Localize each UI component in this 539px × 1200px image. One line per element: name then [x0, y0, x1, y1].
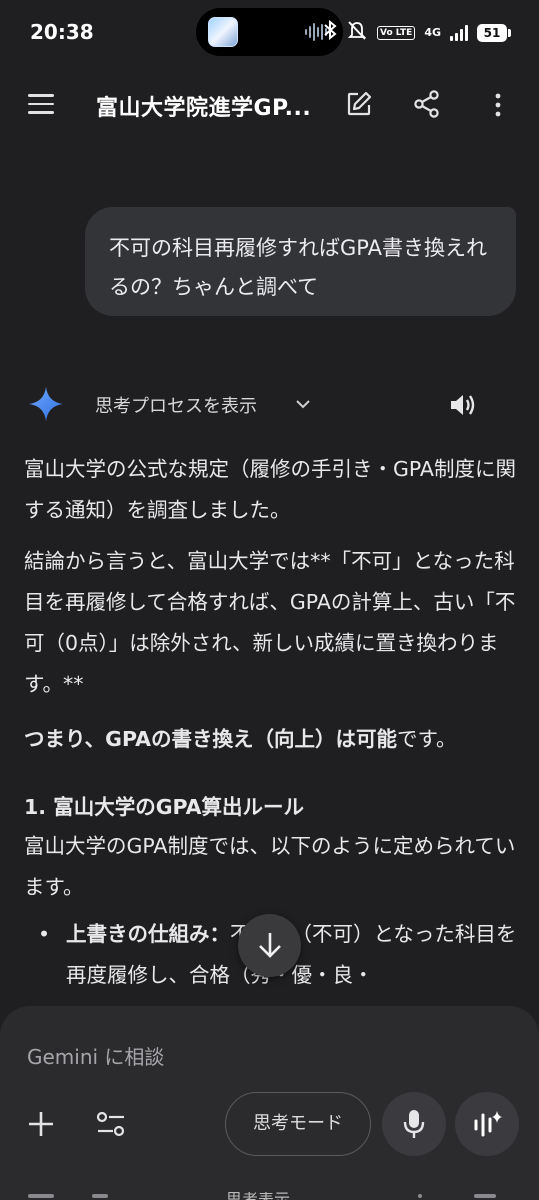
response-bold-text: つまり、GPAの書き換え（向上）は可能: [24, 727, 398, 751]
cutoff-bar: [418, 1194, 422, 1198]
gemini-spark-icon: [28, 386, 64, 422]
cutoff-bar: [92, 1194, 108, 1198]
live-button[interactable]: [455, 1092, 519, 1156]
edit-icon[interactable]: [346, 91, 372, 117]
app-bar: 富山大学院進学GP...: [0, 78, 539, 132]
scroll-to-bottom-button[interactable]: [238, 914, 301, 977]
cutoff-bar: [474, 1194, 496, 1198]
menu-icon[interactable]: [28, 94, 54, 114]
response-text: です。: [397, 727, 457, 751]
think-mode-button[interactable]: 思考モード: [225, 1092, 371, 1156]
network-type: 4G: [424, 25, 441, 39]
response-heading: 1. 富山大学のGPA算出ルール: [24, 795, 305, 819]
signal-icon: [450, 24, 468, 41]
arrow-down-icon: [259, 933, 281, 958]
speaker-icon[interactable]: [448, 391, 478, 419]
response-paragraph: 富山大学のGPA制度では、以下のように定められています。: [24, 834, 516, 899]
user-message-bubble[interactable]: 不可の科目再履修すればGPA書き換えれるの？ちゃんと調べて: [85, 207, 516, 316]
response-paragraph: つまり、GPAの書き換え（向上）は可能です。: [24, 719, 524, 760]
chat-title[interactable]: 富山大学院進学GP...: [96, 90, 311, 122]
volte-badge: Vo LTE: [376, 25, 416, 40]
battery-icon: 51: [477, 23, 511, 42]
live-waveform-icon: [474, 1111, 502, 1137]
more-vert-icon[interactable]: [490, 92, 506, 118]
status-bar: 20:38 Vo LTE 4G 51: [0, 0, 539, 64]
tools-icon[interactable]: [95, 1109, 127, 1139]
mic-icon: [403, 1110, 425, 1138]
list-item-bold: 上書きの仕組み：: [66, 922, 230, 946]
media-thumbnail: [208, 17, 238, 47]
add-icon[interactable]: [26, 1109, 56, 1139]
chevron-down-icon[interactable]: [294, 396, 312, 412]
user-message-text: 不可の科目再履修すればGPA書き換えれるの？ちゃんと調べて: [109, 236, 487, 299]
response-paragraph: 富山大学の公式な規定（履修の手引き・GPA制度に関する通知）を調査しました。: [24, 457, 516, 522]
cutoff-bar: [28, 1194, 54, 1198]
bluetooth-icon: [323, 19, 337, 45]
prompt-input[interactable]: Gemini に相談: [27, 1041, 164, 1070]
show-thinking-toggle[interactable]: 思考プロセスを表示: [95, 392, 257, 418]
system-icons: Vo LTE 4G 51: [323, 19, 511, 45]
share-icon[interactable]: [414, 90, 440, 118]
response-paragraph: 結論から言うと、富山大学では**「不可」となった科目を再履修して合格すれば、GP…: [24, 549, 516, 696]
panel-cutoff-row: 思考表示: [0, 1192, 539, 1200]
status-time: 20:38: [30, 20, 94, 44]
mute-icon: [346, 20, 368, 45]
cutoff-label: 思考表示: [226, 1192, 290, 1200]
input-panel: Gemini に相談 思考モード 思考表示: [0, 1006, 539, 1200]
mic-button[interactable]: [382, 1092, 446, 1156]
dynamic-island[interactable]: [196, 8, 343, 56]
